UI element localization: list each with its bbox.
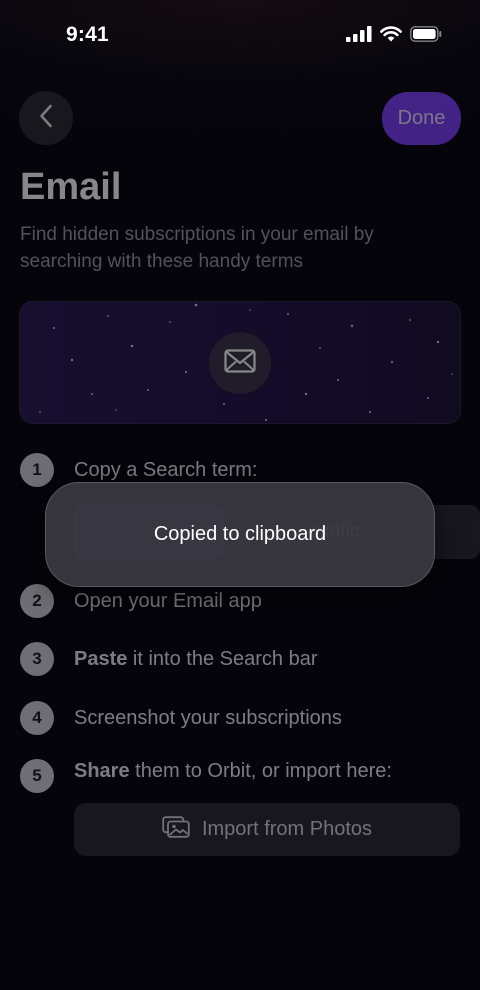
- email-search-terms-screen: 9:41 Done Email Find hidden subscription…: [0, 0, 480, 990]
- done-button[interactable]: Done: [382, 92, 461, 145]
- step-text-5-bold: Share: [74, 760, 130, 782]
- step-text-1: Copy a Search term:: [74, 459, 258, 481]
- step-text-2: Open your Email app: [74, 590, 262, 612]
- step-text-3-bold: Paste: [74, 648, 128, 670]
- mail-badge: [209, 332, 271, 394]
- toast-message: Copied to clipboard: [153, 523, 327, 545]
- step-text-4: Screenshot your subscriptions: [74, 707, 342, 729]
- back-button[interactable]: [19, 91, 73, 145]
- step-text-3: Paste it into the Search bar: [74, 648, 317, 671]
- envelope-icon: [224, 348, 256, 378]
- step-number-1: 1: [20, 453, 54, 487]
- step-number-4: 4: [20, 701, 54, 735]
- chevron-left-icon: [39, 104, 53, 133]
- photos-icon: [162, 815, 190, 844]
- step-text-5: Share them to Orbit, or import here:: [74, 760, 392, 783]
- page-title: Email: [20, 166, 122, 208]
- import-label: Import from Photos: [201, 818, 373, 840]
- step-text-5-rest: them to Orbit, or import here:: [129, 760, 392, 782]
- import-from-photos-button[interactable]: Import from Photos: [74, 803, 460, 856]
- step-number-3: 3: [20, 642, 54, 676]
- step-number-2: 2: [20, 584, 54, 618]
- email-hero-card: [19, 301, 461, 424]
- copied-toast: Copied to clipboard: [45, 482, 435, 587]
- page-subtitle: Find hidden subscriptions in your email …: [20, 224, 374, 272]
- step-number-5: 5: [20, 759, 54, 793]
- step-text-3-rest: it into the Search bar: [127, 648, 318, 670]
